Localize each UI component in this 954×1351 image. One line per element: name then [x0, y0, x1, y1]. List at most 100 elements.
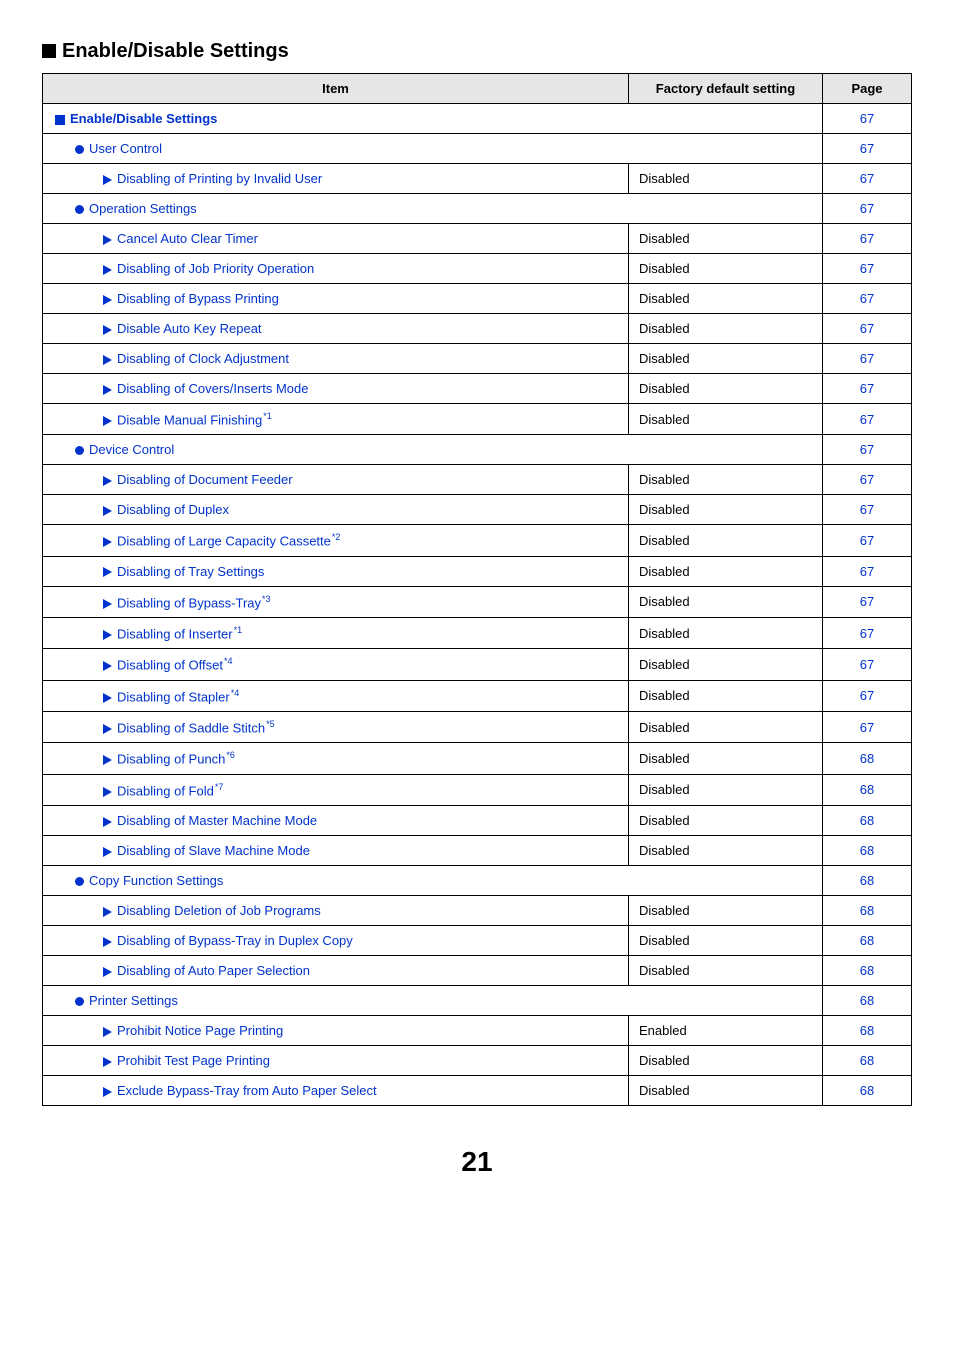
default-cell: Disabled	[629, 224, 823, 254]
default-cell: Disabled	[629, 495, 823, 525]
page-link[interactable]: 67	[823, 556, 912, 586]
item-cell: Disabling of Tray Settings	[43, 556, 629, 586]
item-link[interactable]: Disabling of Offset	[117, 658, 223, 673]
page-link[interactable]: 68	[823, 925, 912, 955]
item-link[interactable]: Disabling of Job Priority Operation	[117, 261, 314, 276]
item-cell: Disabling of Offset*4	[43, 649, 629, 680]
item-icon	[103, 1057, 112, 1067]
page-link[interactable]: 67	[823, 649, 912, 680]
col-item: Item	[43, 74, 629, 104]
item-icon	[103, 385, 112, 395]
page-link[interactable]: 67	[823, 525, 912, 556]
page-link[interactable]: 68	[823, 743, 912, 774]
table-row: Enable/Disable Settings 67	[43, 104, 912, 134]
item-link[interactable]: Enable/Disable Settings	[70, 111, 217, 126]
page-link[interactable]: 68	[823, 1045, 912, 1075]
item-icon	[103, 817, 112, 827]
table-row: Disable Auto Key RepeatDisabled67	[43, 314, 912, 344]
page-link[interactable]: 67	[823, 465, 912, 495]
item-link[interactable]: Disable Auto Key Repeat	[117, 321, 262, 336]
item-link[interactable]: Disabling of Fold	[117, 783, 214, 798]
table-row: Printer Settings 68	[43, 985, 912, 1015]
page-link[interactable]: 68	[823, 985, 912, 1015]
item-link[interactable]: Disabling of Saddle Stitch	[117, 720, 265, 735]
page-link[interactable]: 67	[823, 680, 912, 711]
item-link[interactable]: Disabling Deletion of Job Programs	[117, 903, 321, 918]
item-link[interactable]: Operation Settings	[89, 201, 197, 216]
item-link[interactable]: Disabling of Bypass-Tray in Duplex Copy	[117, 933, 353, 948]
item-link[interactable]: Disabling of Stapler	[117, 689, 230, 704]
item-link[interactable]: Disabling of Bypass-Tray	[117, 595, 261, 610]
table-row: Disabling of Large Capacity Cassette*2Di…	[43, 525, 912, 556]
item-icon	[103, 1087, 112, 1097]
table-row: Disabling Deletion of Job ProgramsDisabl…	[43, 895, 912, 925]
item-link[interactable]: Disabling of Large Capacity Cassette	[117, 534, 331, 549]
table-row: Disabling of Bypass-Tray*3Disabled67	[43, 586, 912, 617]
page-link[interactable]: 67	[823, 344, 912, 374]
item-cell: Disabling of Auto Paper Selection	[43, 955, 629, 985]
page-link[interactable]: 67	[823, 224, 912, 254]
default-cell: Disabled	[629, 680, 823, 711]
item-link[interactable]: Disabling of Master Machine Mode	[117, 813, 317, 828]
page-link[interactable]: 68	[823, 835, 912, 865]
item-link[interactable]: Prohibit Notice Page Printing	[117, 1023, 283, 1038]
page-link[interactable]: 68	[823, 774, 912, 805]
item-cell: Device Control	[43, 435, 823, 465]
item-link[interactable]: Prohibit Test Page Printing	[117, 1053, 270, 1068]
item-icon	[103, 175, 112, 185]
default-cell: Disabled	[629, 465, 823, 495]
page-link[interactable]: 68	[823, 895, 912, 925]
item-link[interactable]: Copy Function Settings	[89, 873, 223, 888]
item-link[interactable]: Cancel Auto Clear Timer	[117, 231, 258, 246]
section-icon	[55, 115, 65, 125]
item-link[interactable]: Disabling of Tray Settings	[117, 564, 264, 579]
page-link[interactable]: 67	[823, 254, 912, 284]
page-number: 21	[42, 1146, 912, 1178]
page-link[interactable]: 67	[823, 711, 912, 742]
item-link[interactable]: Disabling of Inserter	[117, 626, 233, 641]
page-link[interactable]: 67	[823, 164, 912, 194]
item-cell: Disabling of Large Capacity Cassette*2	[43, 525, 629, 556]
item-icon	[103, 847, 112, 857]
item-link[interactable]: Disabling of Printing by Invalid User	[117, 171, 322, 186]
item-link[interactable]: User Control	[89, 141, 162, 156]
page-link[interactable]: 68	[823, 865, 912, 895]
item-cell: Disabling of Printing by Invalid User	[43, 164, 629, 194]
page-link[interactable]: 67	[823, 495, 912, 525]
page-link[interactable]: 67	[823, 194, 912, 224]
page-link[interactable]: 67	[823, 284, 912, 314]
item-cell: Disabling of Saddle Stitch*5	[43, 711, 629, 742]
item-link[interactable]: Disabling of Bypass Printing	[117, 291, 279, 306]
item-link[interactable]: Disabling of Auto Paper Selection	[117, 963, 310, 978]
page-link[interactable]: 67	[823, 404, 912, 435]
item-link[interactable]: Disable Manual Finishing	[117, 412, 262, 427]
page-link[interactable]: 67	[823, 374, 912, 404]
page-link[interactable]: 68	[823, 1075, 912, 1105]
item-cell: Disabling of Inserter*1	[43, 617, 629, 648]
table-row: Prohibit Test Page PrintingDisabled68	[43, 1045, 912, 1075]
page-link[interactable]: 67	[823, 134, 912, 164]
footnote-ref: *5	[266, 719, 275, 729]
page-link[interactable]: 68	[823, 955, 912, 985]
item-icon	[103, 661, 112, 671]
item-link[interactable]: Exclude Bypass-Tray from Auto Paper Sele…	[117, 1083, 377, 1098]
item-link[interactable]: Disabling of Covers/Inserts Mode	[117, 381, 308, 396]
item-link[interactable]: Disabling of Document Feeder	[117, 472, 293, 487]
group-icon	[75, 877, 84, 886]
page-link[interactable]: 67	[823, 586, 912, 617]
item-icon	[103, 295, 112, 305]
table-row: Disabling of Document Feeder Disabled67	[43, 465, 912, 495]
page-link[interactable]: 67	[823, 314, 912, 344]
page-link[interactable]: 67	[823, 435, 912, 465]
item-link[interactable]: Disabling of Clock Adjustment	[117, 351, 289, 366]
item-link[interactable]: Printer Settings	[89, 993, 178, 1008]
item-link[interactable]: Disabling of Duplex	[117, 502, 229, 517]
page-link[interactable]: 68	[823, 805, 912, 835]
page-link[interactable]: 67	[823, 104, 912, 134]
item-link[interactable]: Device Control	[89, 442, 174, 457]
item-link[interactable]: Disabling of Slave Machine Mode	[117, 843, 310, 858]
page-link[interactable]: 67	[823, 617, 912, 648]
item-link[interactable]: Disabling of Punch	[117, 752, 225, 767]
page-link[interactable]: 68	[823, 1015, 912, 1045]
table-row: Disabling of Master Machine ModeDisabled…	[43, 805, 912, 835]
